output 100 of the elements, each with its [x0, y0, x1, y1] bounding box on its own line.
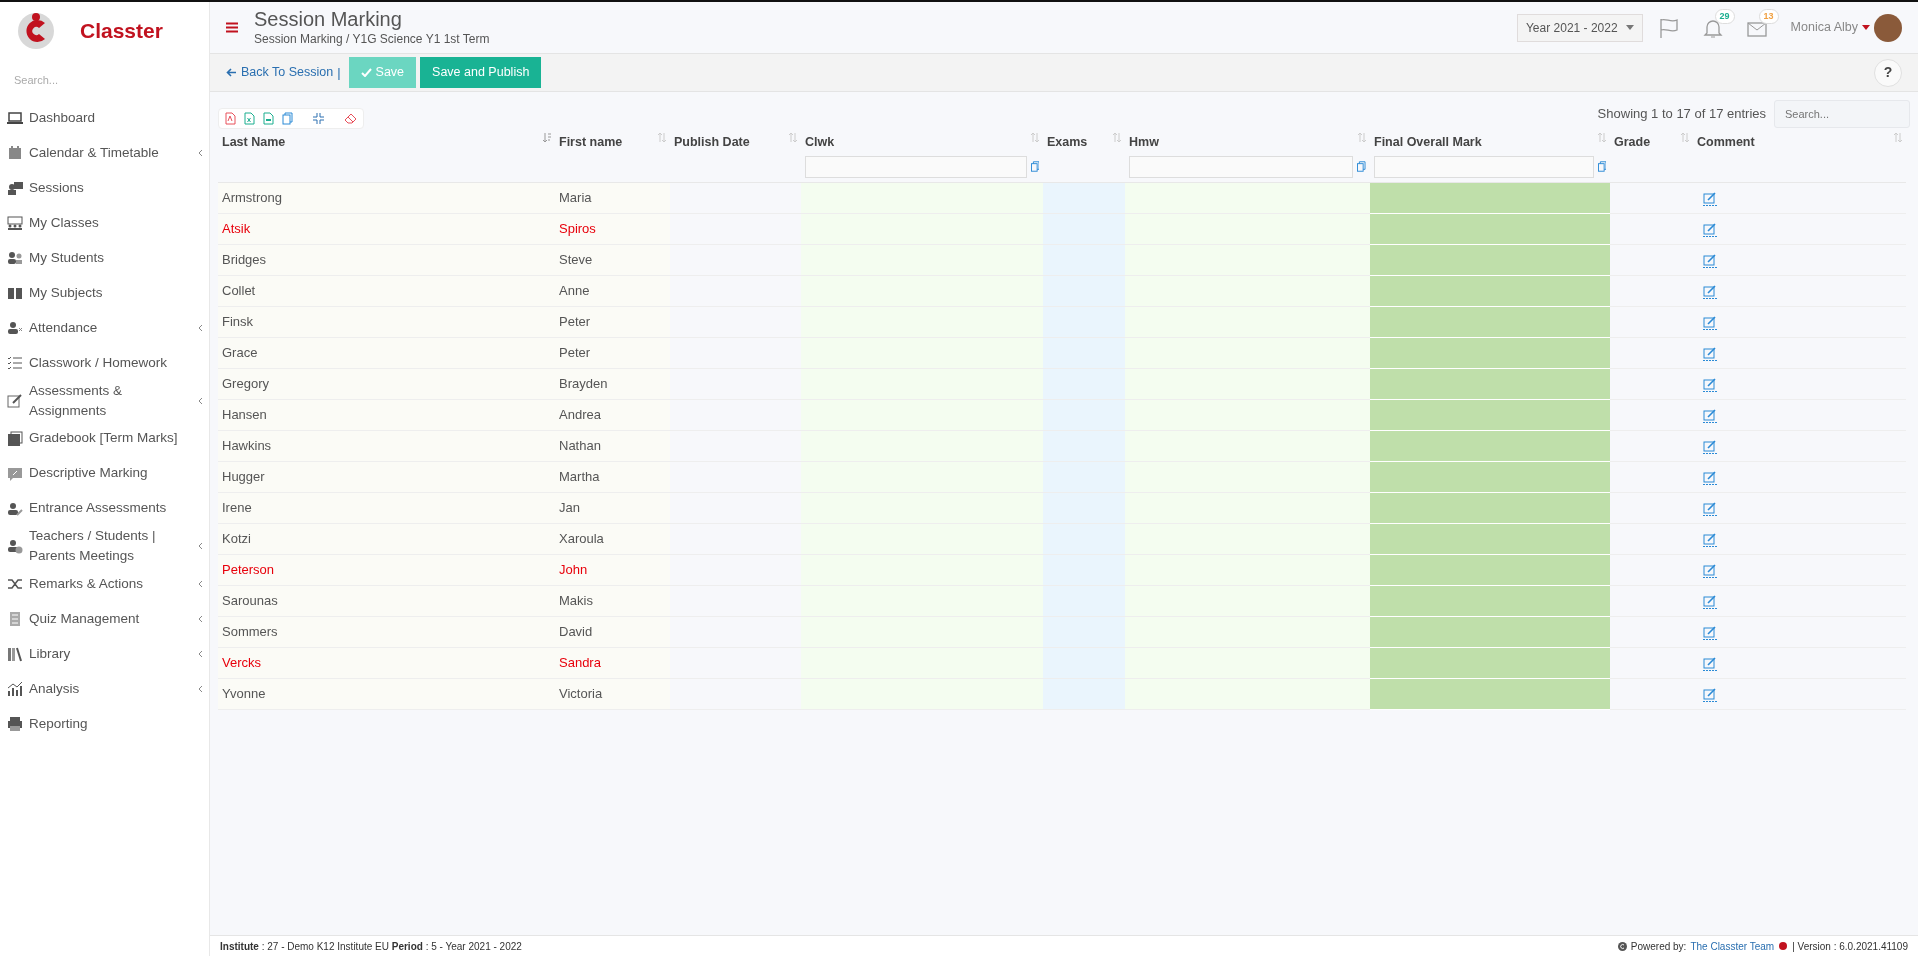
sidebar-item[interactable]: Dashboard [0, 100, 209, 136]
sidebar-item[interactable]: Assessments & Assignments [0, 380, 209, 421]
filter-field[interactable] [1374, 155, 1594, 178]
table-cell: Makis [559, 593, 593, 608]
year-dropdown[interactable]: Year 2021 - 2022 [1516, 13, 1643, 42]
column-header[interactable]: First name [559, 133, 623, 152]
user-x-icon [7, 320, 23, 336]
table-cell: Irene [222, 500, 252, 515]
caret-down-icon[interactable] [1862, 25, 1870, 30]
chevron-left-icon [197, 650, 203, 658]
back-link[interactable]: Back To Session [226, 63, 334, 82]
edit-icon[interactable] [1703, 191, 1717, 207]
check-icon [360, 68, 372, 77]
edit-icon[interactable] [1703, 656, 1717, 672]
table-cell: Maria [559, 190, 592, 205]
sidebar-item[interactable]: Attendance [0, 310, 209, 346]
table-cell: Brayden [559, 376, 608, 391]
sidebar-item[interactable]: Calendar & Timetable [0, 135, 209, 171]
edit-icon[interactable] [1703, 594, 1717, 610]
sidebar-item[interactable]: Entrance Assessments [0, 491, 209, 526]
arrow-left-icon [226, 68, 237, 77]
sidebar-item[interactable]: Reporting [0, 706, 209, 742]
edit-icon[interactable] [1703, 625, 1717, 641]
sidebar-item[interactable]: Gradebook [Term Marks] [0, 421, 209, 456]
page-title: Session Marking [254, 7, 403, 30]
edit-icon[interactable] [1703, 346, 1717, 362]
sidebar-item[interactable]: Remarks & Actions [0, 566, 209, 602]
column-header[interactable]: Publish Date [674, 133, 750, 152]
notification-count: 13 [1758, 8, 1779, 24]
column-header[interactable]: Last Name [222, 133, 286, 152]
chevron-left-icon [197, 542, 203, 551]
table-cell: Yvonne [222, 686, 266, 701]
edit-icon[interactable] [1703, 408, 1717, 424]
sidebar-item[interactable]: My Students [0, 240, 209, 276]
menu-icon[interactable] [226, 22, 238, 33]
copy-icon[interactable] [1030, 161, 1039, 173]
brand-name: Classter [80, 18, 163, 45]
sidebar-item[interactable]: Teachers / Students | Parents Meetings [0, 526, 209, 567]
sidebar-item[interactable]: Descriptive Marking [0, 456, 209, 491]
edit-icon[interactable] [1703, 532, 1717, 548]
checklist-icon [7, 355, 23, 371]
chevron-left-icon [197, 685, 203, 693]
classroom-icon [7, 215, 23, 231]
edit-icon[interactable] [1703, 222, 1717, 238]
institute-info: Institute : 27 - Demo K12 Institute EU Period : 5 - Year 2021 - 2022 [220, 939, 522, 954]
table-cell: Peterson [222, 562, 275, 577]
edit-icon[interactable] [1703, 253, 1717, 269]
edit-icon[interactable] [1703, 470, 1717, 486]
collapse-icon[interactable] [313, 113, 324, 124]
entries-info: Showing 1 to 17 of 17 entries [1597, 105, 1766, 124]
column-header[interactable]: Grade [1614, 133, 1651, 152]
copy-icon[interactable] [1597, 161, 1606, 173]
pdf-file-icon[interactable] [225, 112, 236, 125]
copy-icon[interactable] [282, 112, 293, 125]
table-cell: Andrea [559, 407, 601, 422]
csv-file-icon[interactable] [263, 112, 274, 125]
table-cell: Spiros [559, 221, 596, 236]
chevron-left-icon [197, 324, 203, 332]
edit-icon[interactable] [1703, 315, 1717, 331]
bell-icon[interactable] [1702, 17, 1723, 38]
team-link[interactable]: The Classter Team [1690, 938, 1775, 954]
table-cell: Victoria [559, 686, 603, 701]
edit-icon[interactable] [1703, 687, 1717, 703]
column-header[interactable]: Clwk [805, 133, 835, 152]
edit-icon[interactable] [1703, 501, 1717, 517]
table-cell: Nathan [559, 438, 601, 453]
column-header[interactable]: Final Overall Mark [1374, 133, 1482, 152]
edit-icon[interactable] [1703, 439, 1717, 455]
filter-field[interactable] [805, 155, 1027, 178]
user-pen-icon [7, 500, 23, 517]
sidebar-item[interactable]: Analysis [0, 671, 209, 707]
edit-icon[interactable] [1703, 563, 1717, 579]
sidebar-item[interactable]: Sessions [0, 170, 209, 206]
table-cell: Collet [222, 283, 256, 298]
filter-field[interactable] [1129, 155, 1354, 178]
excel-file-icon[interactable] [244, 112, 255, 125]
edit-icon[interactable] [1703, 284, 1717, 300]
calendar-icon [7, 145, 23, 161]
table-cell: Sommers [222, 624, 278, 639]
sidebar-item[interactable]: Library [0, 636, 209, 672]
sort-ascending-icon[interactable] [543, 133, 551, 142]
eraser-icon[interactable] [344, 113, 357, 124]
column-header[interactable]: Exams [1047, 133, 1088, 152]
copy-icon[interactable] [1357, 161, 1366, 173]
table-cell: David [559, 624, 593, 639]
sidebar-item[interactable]: Quiz Management [0, 601, 209, 637]
table-cell: Armstrong [222, 190, 282, 205]
sidebar-item[interactable]: My Classes [0, 205, 209, 241]
table-cell: Finsk [222, 314, 254, 329]
users-icon [7, 250, 23, 266]
edit-icon[interactable] [1703, 377, 1717, 393]
help-button[interactable]: ? [1874, 58, 1902, 87]
avatar[interactable] [1874, 13, 1902, 42]
table-cell: Bridges [222, 252, 267, 267]
search-field[interactable]: Search... [1774, 100, 1910, 128]
sidebar-item[interactable]: My Subjects [0, 275, 209, 311]
column-header[interactable]: Hmw [1129, 133, 1159, 152]
column-header[interactable]: Comment [1697, 133, 1755, 152]
sidebar-item[interactable]: Classwork / Homework [0, 345, 209, 381]
flag-icon[interactable] [1658, 17, 1679, 38]
